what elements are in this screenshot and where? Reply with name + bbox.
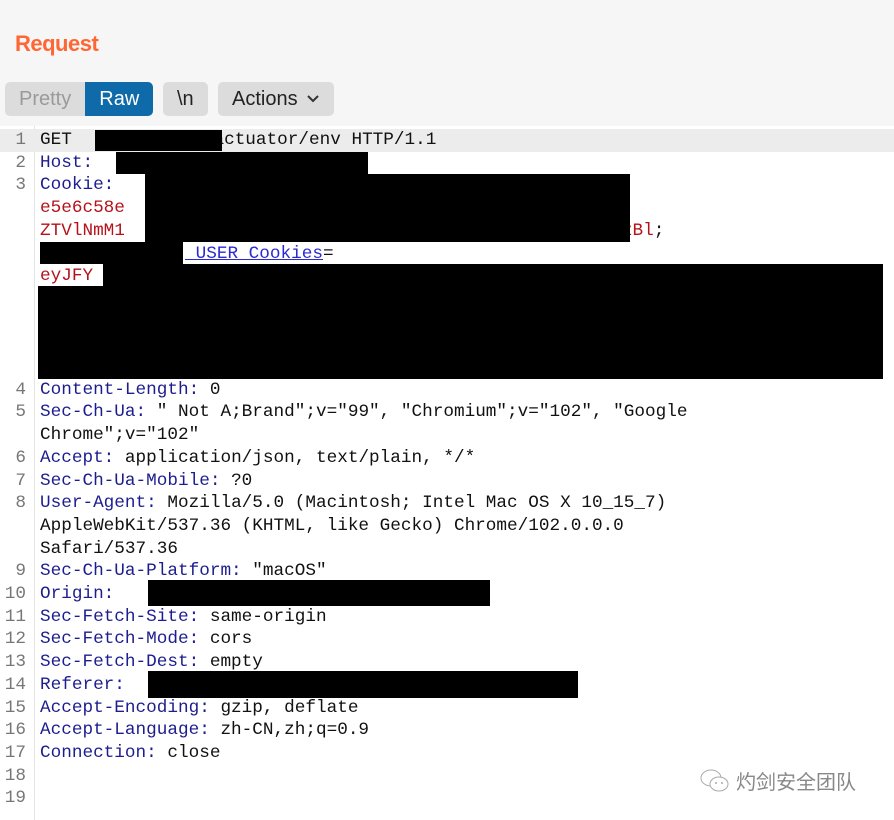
redaction	[38, 286, 883, 379]
panel-title: Request	[15, 31, 99, 56]
actions-label: Actions	[232, 88, 298, 110]
header-name: Sec-Fetch-Dest:	[40, 652, 200, 673]
header-name: Sec-Ch-Ua-Platform:	[40, 561, 242, 582]
header-name: Sec-Fetch-Mode:	[40, 629, 200, 650]
redaction	[148, 671, 578, 698]
header-name: Sec-Ch-Ua-Mobile:	[40, 470, 221, 491]
header-value: actuator/env HTTP/1.1	[213, 130, 437, 150]
line-number: 4	[15, 379, 26, 400]
cookie-value: eyJFY	[40, 266, 94, 287]
watermark-text: 灼剑安全团队	[736, 770, 856, 794]
code-line: 17 Connection: close	[0, 742, 894, 765]
header-name: Sec-Ch-Ua:	[40, 402, 147, 423]
header-name: Host:	[40, 152, 94, 173]
header-value: 0	[199, 379, 221, 400]
cookie-value: ZTVlNmM1	[40, 220, 125, 241]
header-value: gzip, deflate	[209, 697, 359, 718]
header-value: cors	[199, 629, 253, 650]
redaction	[148, 580, 490, 606]
header-name: Cookie:	[40, 175, 115, 196]
header-name: Content-Length:	[40, 379, 200, 400]
code-line: 11 Sec-Fetch-Site: same-origin	[0, 606, 894, 629]
redaction	[103, 264, 883, 286]
watermark: 灼剑安全团队	[700, 766, 856, 795]
cookie-value: e5e6c58e	[40, 198, 125, 219]
code-line: 7 Sec-Ch-Ua-Mobile: ?0	[0, 470, 894, 493]
line-number: 10	[4, 584, 26, 604]
separator: =	[323, 243, 334, 264]
header-value: empty	[199, 652, 263, 673]
line-number: 6	[15, 447, 26, 468]
header-name: Connection:	[40, 742, 157, 763]
request-panel-header: Request Pretty Raw \n Actions	[0, 0, 894, 126]
line-number: 1	[15, 130, 26, 150]
header-name: Origin:	[40, 584, 115, 604]
header-value: AppleWebKit/537.36 (KHTML, like Gecko) C…	[40, 515, 624, 536]
redaction	[145, 174, 630, 198]
view-toggle: Pretty Raw	[5, 82, 154, 116]
header-value: " Not A;Brand";v="99", "Chromium";v="102…	[146, 402, 688, 423]
actions-dropdown[interactable]: Actions	[218, 82, 334, 116]
chevron-down-icon	[306, 95, 319, 103]
separator: ;	[653, 220, 665, 241]
line-number: 7	[15, 470, 26, 491]
line-number: 11	[4, 606, 26, 627]
code-line: 15 Accept-Encoding: gzip, deflate	[0, 697, 894, 720]
line-number: 9	[15, 561, 26, 582]
code-line: 5 Sec-Ch-Ua: " Not A;Brand";v="99", "Chro…	[0, 401, 894, 424]
line-number: 3	[15, 175, 26, 196]
header-value: close	[156, 742, 221, 763]
code-line: 4 Content-Length: 0	[0, 379, 894, 402]
line-number: 16	[4, 720, 26, 741]
redaction	[145, 196, 630, 242]
header-name: Accept:	[40, 447, 115, 468]
code-line: 6 Accept: application/json, text/plain, *…	[0, 447, 894, 470]
header-value: Safari/537.36	[40, 538, 178, 559]
line-number: 14	[4, 674, 26, 695]
pretty-tab[interactable]: Pretty	[5, 82, 86, 116]
header-name: GET	[40, 130, 83, 150]
raw-tab[interactable]: Raw	[85, 82, 154, 116]
header-value: "macOS"	[241, 561, 327, 582]
header-name: Accept-Encoding:	[40, 697, 210, 718]
redaction	[95, 130, 222, 151]
cookie-name: _USER_Cookies	[185, 243, 323, 264]
header-value: application/json, text/plain, */*	[114, 447, 476, 468]
code-line: 16 Accept-Language: zh-CN,zh;q=0.9	[0, 719, 894, 742]
redaction	[40, 242, 183, 264]
code-line: 8 User-Agent: Mozilla/5.0 (Macintosh; Int…	[0, 492, 894, 515]
wechat-icon	[700, 769, 729, 791]
header-value: ?0	[220, 470, 253, 491]
header-value: Mozilla/5.0 (Macintosh; Intel Mac OS X 1…	[156, 493, 667, 514]
header-value: same-origin	[199, 606, 327, 627]
line-number: 8	[15, 493, 26, 514]
line-number: 5	[15, 402, 26, 423]
newline-toggle-button[interactable]: \n	[163, 82, 208, 116]
line-number: 13	[4, 652, 26, 673]
header-value: zh-CN,zh;q=0.9	[209, 720, 370, 741]
line-number: 18	[4, 765, 26, 786]
header-name: Sec-Fetch-Site:	[40, 606, 200, 627]
header-value: Chrome";v="102"	[40, 425, 200, 446]
code-line: Chrome";v="102"	[0, 424, 894, 447]
line-number: 19	[4, 788, 26, 809]
header-name: Referer:	[40, 674, 125, 695]
line-number: 17	[4, 742, 26, 763]
code-line: Safari/537.36	[0, 538, 894, 561]
line-number: 2	[15, 152, 26, 173]
redaction	[116, 152, 368, 174]
header-name: Accept-Language:	[40, 720, 210, 741]
header-name: User-Agent:	[40, 493, 157, 514]
line-number: 15	[4, 697, 26, 718]
code-line: 12 Sec-Fetch-Mode: cors	[0, 628, 894, 651]
code-line: AppleWebKit/537.36 (KHTML, like Gecko) C…	[0, 515, 894, 538]
line-number: 12	[4, 629, 26, 650]
